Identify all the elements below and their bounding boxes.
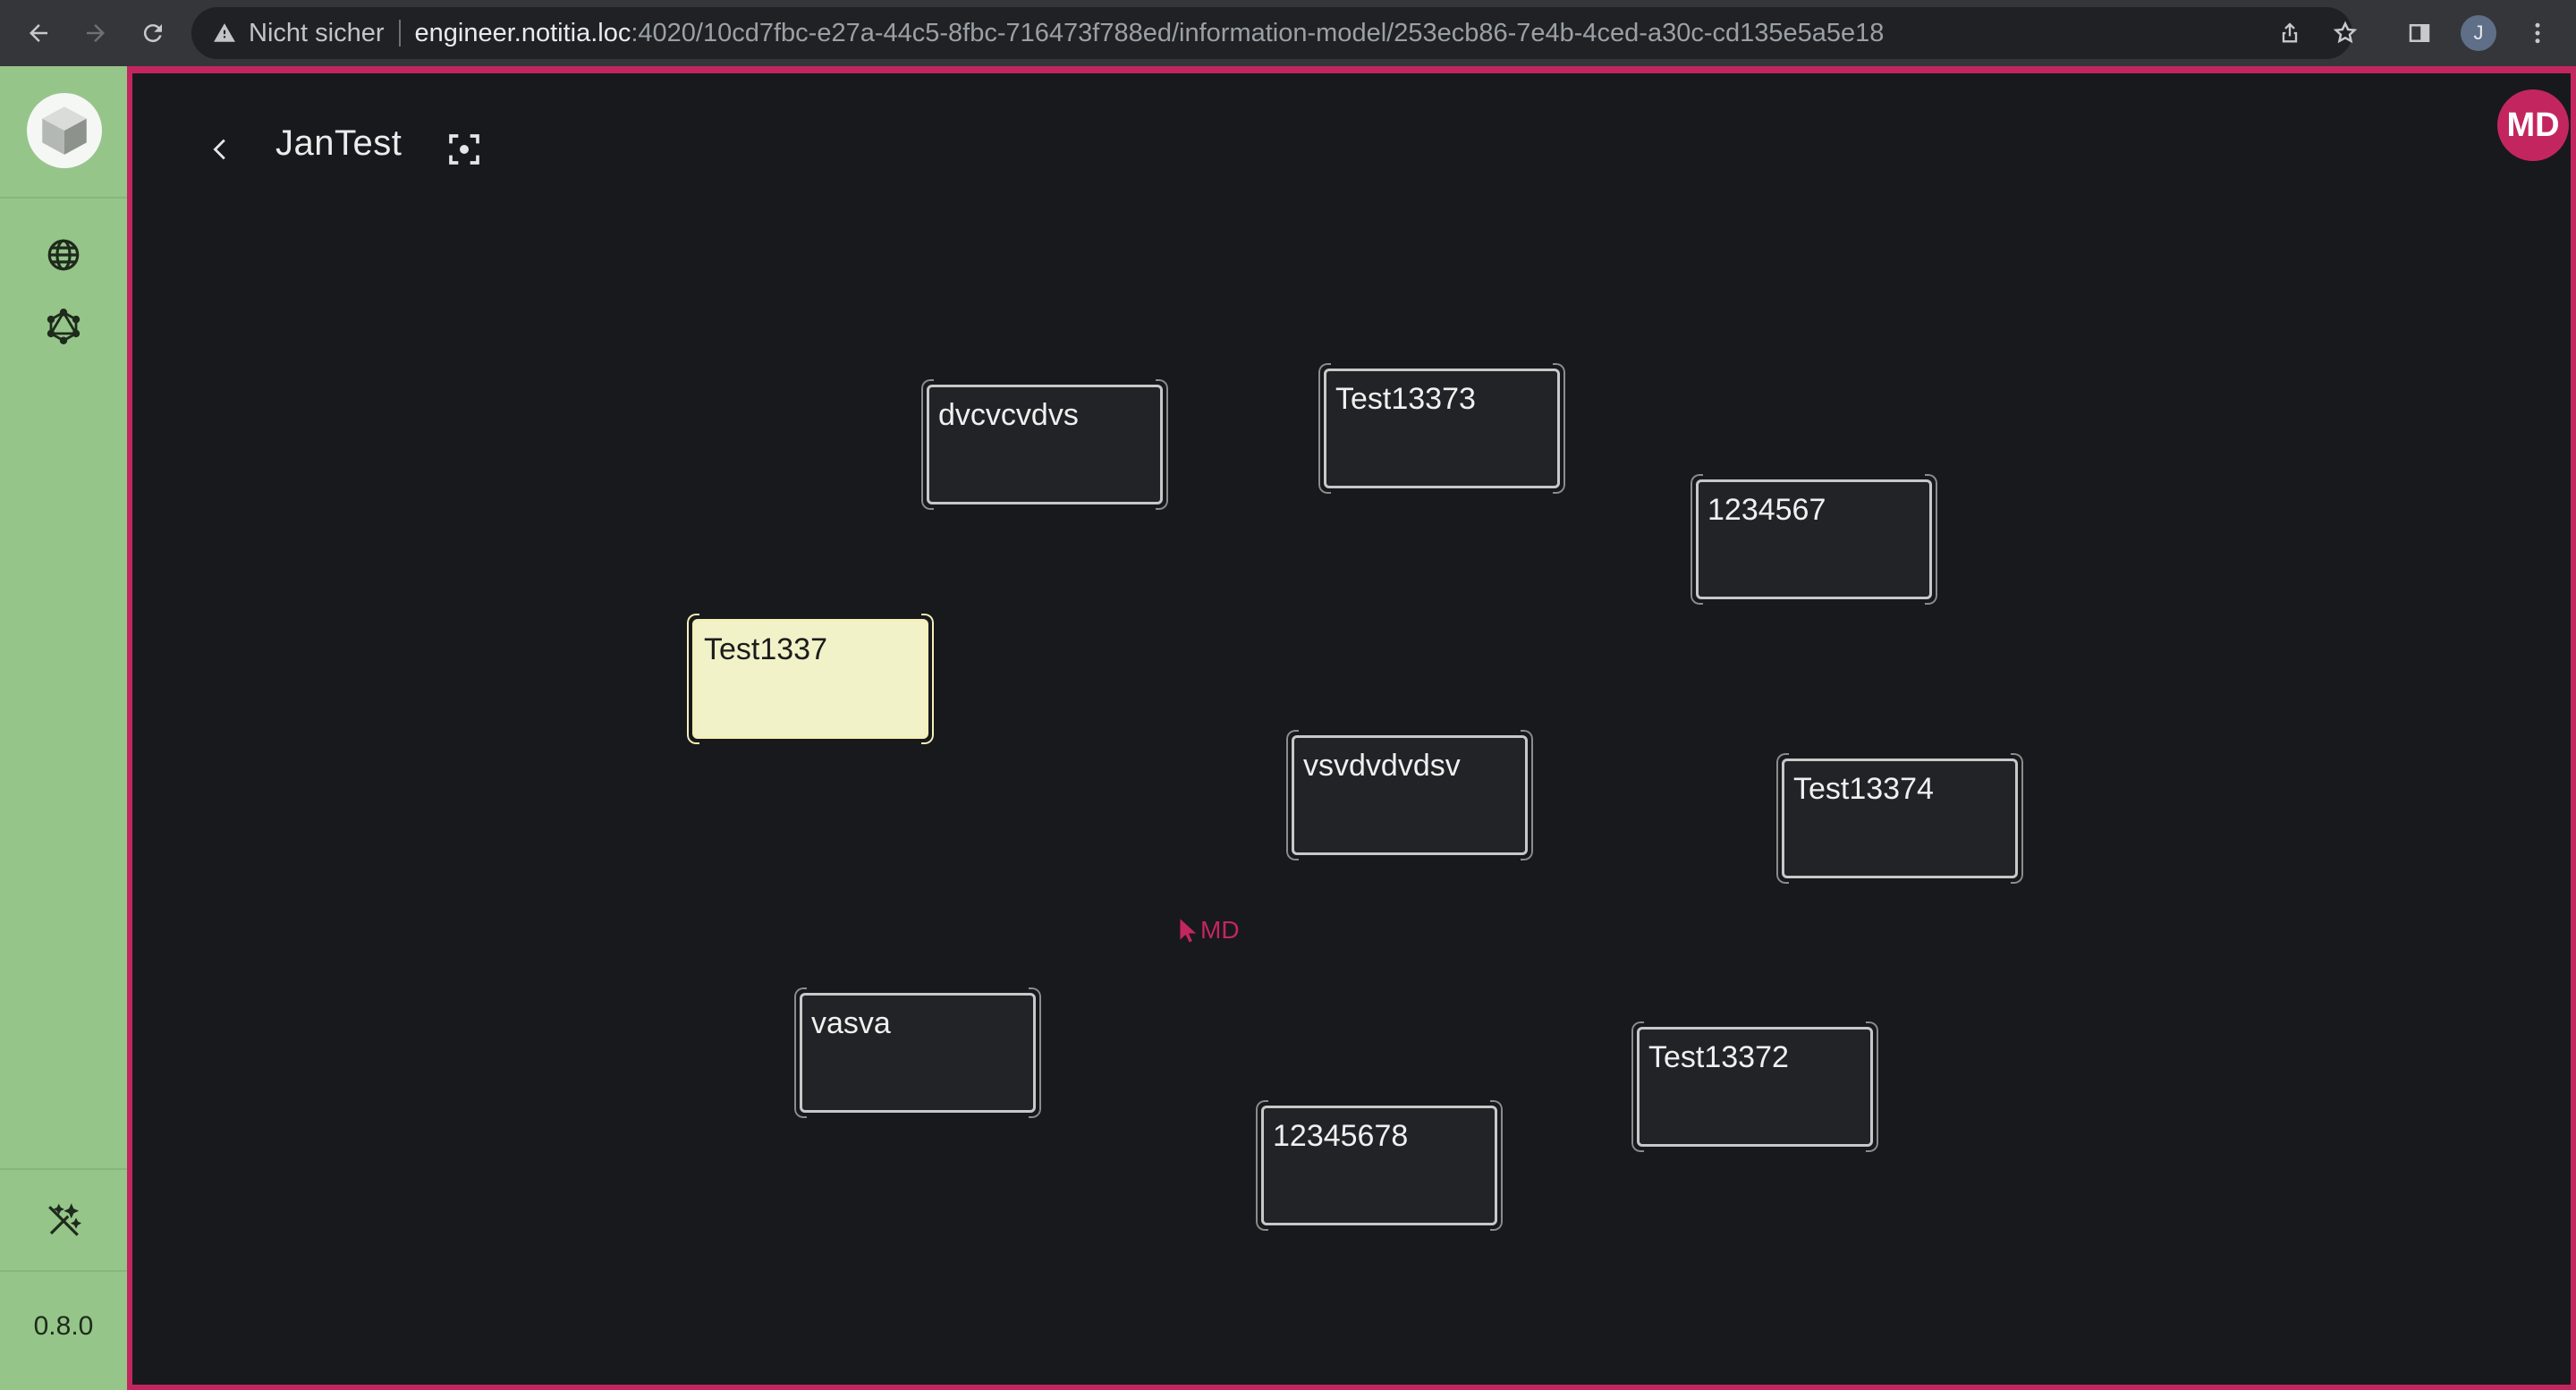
model-node[interactable]: 12345678 [1261,1106,1497,1225]
side-panel-icon [2409,24,2430,42]
profile-avatar: J [2461,15,2496,51]
sidebar-divider [0,1270,127,1272]
address-divider [398,20,401,47]
collaborator-initials: MD [1200,916,1240,944]
app-logo[interactable] [27,93,102,168]
node-label: Test13373 [1335,382,1476,416]
model-node-selected[interactable]: Test1337 [692,619,928,739]
node-label: vsvdvdvdsv [1303,749,1461,783]
sidebar-item-tools[interactable] [41,1199,86,1243]
node-label: Test1337 [704,632,827,666]
sidebar: 0.8.0 [0,66,127,1390]
url-host: engineer.notitia.loc [414,18,631,47]
globe-icon [47,239,80,271]
model-canvas[interactable]: JanTest MD dvcvcvdvs Test13373 1234567 T… [127,66,2576,1390]
profile-button[interactable]: J [2456,11,2501,55]
node-label: 12345678 [1273,1119,1409,1153]
sidebar-divider [0,197,127,199]
collaborator-cursor: MD [1179,903,1240,945]
sidebar-item-graph[interactable] [41,304,86,349]
cube-logo-icon [42,106,87,155]
share-icon[interactable] [2275,19,2304,47]
browser-toolbar: Nicht sicher engineer.notitia.loc :4020/… [0,0,2576,66]
url-path: :4020/10cd7fbc-e27a-44c5-8fbc-716473f788… [631,18,1885,47]
pointer-cursor-icon [1180,919,1197,943]
page-title: JanTest [275,123,402,163]
address-bar[interactable]: Nicht sicher engineer.notitia.loc :4020/… [191,7,2358,59]
user-avatar[interactable]: MD [2497,89,2569,161]
model-node[interactable]: vasva [800,993,1036,1113]
center-view-button[interactable] [440,125,488,174]
node-label: vasva [811,1006,891,1040]
browser-reload-button[interactable] [131,11,175,55]
warning-icon [211,20,238,47]
app-version: 0.8.0 [33,1311,94,1341]
arrow-left-icon [30,24,47,42]
side-panel-button[interactable] [2397,11,2442,55]
sidebar-divider [0,1168,127,1170]
node-label: Test13374 [1793,772,1934,806]
arrow-right-icon [87,24,105,42]
back-button[interactable] [199,127,243,172]
node-label: dvcvcvdvs [938,398,1079,432]
browser-back-button[interactable] [16,11,61,55]
model-node[interactable]: 1234567 [1696,479,1932,599]
model-node[interactable]: dvcvcvdvs [927,385,1163,504]
model-node[interactable]: Test13374 [1782,759,2018,878]
model-node[interactable]: vsvdvdvdsv [1292,735,1528,855]
graph-icon [47,309,80,344]
security-status: Nicht sicher [249,18,385,47]
node-label: 1234567 [1707,493,1826,527]
model-node[interactable]: Test13372 [1637,1027,1873,1147]
more-vertical-icon [2535,22,2540,44]
browser-menu-button[interactable] [2515,11,2560,55]
chevron-left-icon [213,139,225,160]
reload-icon [143,24,162,43]
magic-wand-off-icon [48,1203,82,1236]
bookmark-star-icon[interactable] [2331,19,2360,47]
focus-center-icon [449,134,479,165]
browser-forward-button[interactable] [73,11,118,55]
node-label: Test13372 [1648,1040,1789,1074]
sidebar-item-globe[interactable] [41,233,86,277]
model-node[interactable]: Test13373 [1324,369,1560,488]
